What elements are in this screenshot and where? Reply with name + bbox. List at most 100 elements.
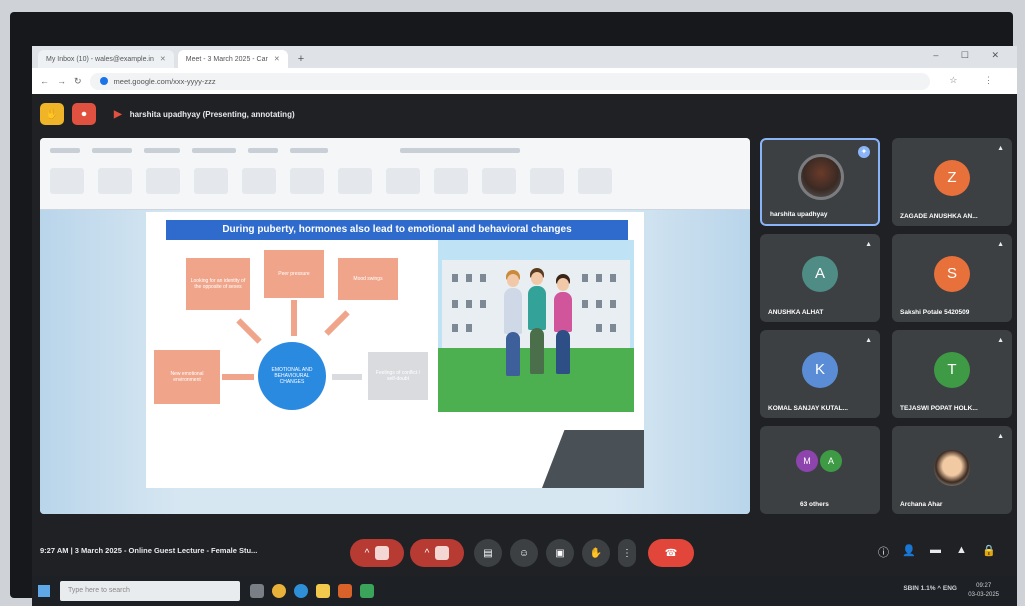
system-tray[interactable]: SBIN 1.1% ^ ENG	[903, 585, 957, 592]
slide-title: During puberty, hormones also lead to em…	[166, 220, 628, 240]
meet-top-bar: ✋ ⏺ ▶ harshita upadhyay (Presenting, ann…	[32, 94, 1017, 134]
participant-name: Archana Ahar	[900, 501, 943, 508]
mic-off-icon	[375, 546, 390, 560]
avatar: M	[796, 450, 818, 472]
meet-bottom-bar: 9:27 AM | 3 March 2025 - Online Guest Le…	[32, 532, 1017, 572]
participant-tile-others[interactable]: M A 63 others	[760, 426, 880, 514]
tab-label: My Inbox (10) - wales@example.in	[46, 55, 154, 63]
close-icon[interactable]: ✕	[274, 55, 280, 63]
window-controls[interactable]: – ☐ ✕	[933, 50, 1009, 61]
mic-off-icon: ▲	[997, 433, 1004, 440]
hand-icon-button[interactable]: ✋	[40, 103, 64, 125]
presenter-banner: ▶ harshita upadhyay (Presenting, annotat…	[114, 109, 295, 120]
emoji-button[interactable]: ☺	[510, 539, 538, 567]
mic-off-icon: ▲	[865, 241, 872, 248]
taskbar-clock[interactable]: 09:27 03-03-2025	[968, 582, 999, 600]
mic-off-icon: ▲	[997, 145, 1004, 152]
file-explorer-icon[interactable]	[316, 584, 330, 598]
browser-tab-inbox[interactable]: My Inbox (10) - wales@example.in ✕	[38, 50, 174, 68]
emoji-icon: ☺	[518, 547, 530, 559]
mic-off-icon: ▲	[997, 337, 1004, 344]
box-peer-pressure: Peer pressure	[264, 250, 324, 298]
arrow-right	[222, 374, 254, 380]
lock-icon[interactable]: 🔒	[982, 544, 996, 557]
url-text: meet.google.com/xxx-yyyy-zzz	[113, 76, 216, 86]
avatar: S	[934, 256, 970, 292]
meeting-info: 9:27 AM | 3 March 2025 - Online Guest Le…	[40, 546, 258, 555]
more-options-button[interactable]: ⋮	[618, 539, 636, 567]
browser-tab-meet[interactable]: Meet - 3 March 2025 - Car ✕	[177, 50, 288, 68]
reload-icon[interactable]: ↻	[74, 76, 82, 87]
pin-icon[interactable]: ✦	[858, 146, 870, 158]
slide: During puberty, hormones also lead to em…	[146, 212, 644, 488]
participant-tile[interactable]: T ▲ TEJASWI POPAT HOLK...	[892, 330, 1012, 418]
teen-girls-illustration	[438, 240, 634, 412]
box-mood-swings: Mood swings	[338, 258, 398, 300]
site-info-icon[interactable]	[99, 77, 108, 85]
stop-presenting-button[interactable]: ⏺	[72, 103, 96, 125]
leave-call-button[interactable]: ☎	[648, 539, 694, 567]
participant-name: KOMAL SANJAY KUTAL...	[768, 405, 848, 412]
avatar	[798, 154, 844, 200]
participant-tile[interactable]: A ▲ ANUSHKA ALHAT	[760, 234, 880, 322]
camera-button[interactable]: ^	[410, 539, 464, 567]
mic-off-icon: ▲	[997, 241, 1004, 248]
chevron-up-icon[interactable]: ^	[425, 548, 430, 559]
avatar	[934, 450, 970, 486]
screen: My Inbox (10) - wales@example.in ✕ Meet …	[32, 46, 1017, 606]
presenter-text: harshita upadhyay (Presenting, annotatin…	[129, 109, 295, 119]
monitor-bezel: My Inbox (10) - wales@example.in ✕ Meet …	[10, 12, 1017, 606]
present-icon: ▣	[555, 547, 565, 559]
arrow-diagonal-right	[324, 310, 350, 336]
participant-tile[interactable]: S ▲ Sakshi Potale 5420509	[892, 234, 1012, 322]
box-identity: Looking for an identity of the opposite …	[186, 258, 250, 310]
people-icon[interactable]: 👤	[902, 544, 916, 557]
box-conflict: Feelings of conflict / self-doubt	[368, 352, 428, 400]
activities-icon[interactable]: ▲	[956, 544, 967, 556]
participant-tile[interactable]: Z ▲ ZAGADE ANUSHKA AN...	[892, 138, 1012, 226]
chevron-up-icon[interactable]: ^	[365, 548, 370, 559]
chrome-icon[interactable]	[272, 584, 286, 598]
ribbon-tabs	[50, 148, 740, 158]
excel-icon[interactable]	[360, 584, 374, 598]
box-new-environment: New emotional environment	[154, 350, 220, 404]
ribbon-tools	[50, 168, 740, 198]
avatar: K	[802, 352, 838, 388]
mic-button[interactable]: ^	[350, 539, 404, 567]
camera-off-icon	[435, 546, 450, 560]
center-circle: EMOTIONAL AND BEHAVIOURAL CHANGES	[258, 342, 326, 410]
participant-name: ZAGADE ANUSHKA AN...	[900, 213, 978, 220]
mic-off-icon: ▲	[865, 337, 872, 344]
slide-decoration	[542, 430, 644, 488]
forward-icon[interactable]: →	[57, 76, 66, 86]
captions-button[interactable]: ▤	[474, 539, 502, 567]
address-bar-row: ← → ↻ meet.google.com/xxx-yyyy-zzz ☆ ⋮	[32, 68, 1017, 94]
avatar: T	[934, 352, 970, 388]
edge-icon[interactable]	[294, 584, 308, 598]
task-view-icon[interactable]	[250, 584, 264, 598]
windows-taskbar: Type here to search SBIN 1.1% ^ ENG 09:2…	[32, 576, 1017, 606]
participant-tile-presenter[interactable]: ✦ harshita upadhyay	[760, 138, 880, 226]
present-button[interactable]: ▣	[546, 539, 574, 567]
url-field[interactable]: meet.google.com/xxx-yyyy-zzz	[89, 72, 930, 90]
chat-icon[interactable]: ▬	[930, 544, 941, 556]
participant-tile[interactable]: ▲ Archana Ahar	[892, 426, 1012, 514]
browser-tab-strip: My Inbox (10) - wales@example.in ✕ Meet …	[32, 46, 1017, 68]
address-bar-icons[interactable]: ☆ ⋮	[949, 75, 1005, 86]
new-tab-button[interactable]: +	[292, 53, 310, 68]
participant-tile[interactable]: K ▲ KOMAL SANJAY KUTAL...	[760, 330, 880, 418]
more-icon: ⋮	[622, 547, 632, 559]
powerpoint-ribbon	[40, 138, 750, 210]
phone-hangup-icon: ☎	[664, 547, 678, 559]
info-icon[interactable]: ⓘ	[878, 544, 889, 560]
captions-icon: ▤	[483, 547, 493, 559]
powerpoint-icon[interactable]	[338, 584, 352, 598]
participant-name: Sakshi Potale 5420509	[900, 309, 970, 316]
windows-start-icon[interactable]	[38, 585, 50, 597]
taskbar-search[interactable]: Type here to search	[60, 581, 240, 601]
back-icon[interactable]: ←	[40, 76, 49, 86]
close-icon[interactable]: ✕	[160, 55, 166, 63]
participant-name: harshita upadhyay	[770, 211, 828, 218]
arrow-grey	[332, 374, 362, 380]
raise-hand-button[interactable]: ✋	[582, 539, 610, 567]
